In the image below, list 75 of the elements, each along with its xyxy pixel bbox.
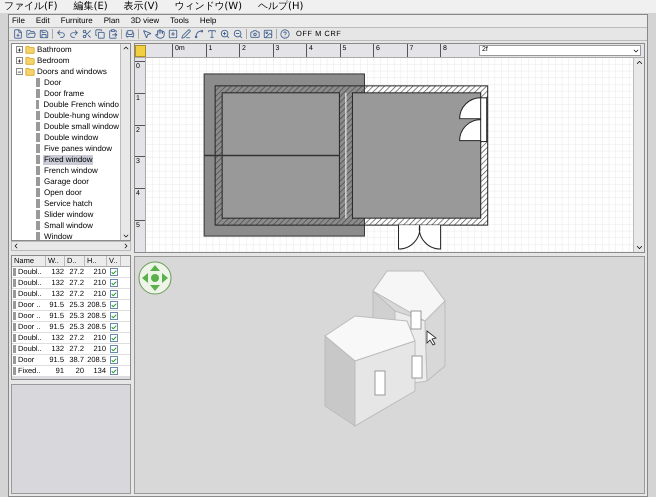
navigation-arrows-icon[interactable] xyxy=(138,261,172,295)
new-file-icon[interactable] xyxy=(13,29,23,39)
menu-item[interactable]: ウィンドウ(W) xyxy=(174,0,242,13)
expander-icon[interactable] xyxy=(16,68,23,75)
visible-checkbox[interactable] xyxy=(110,334,118,342)
category-label[interactable]: Bathroom xyxy=(37,44,72,55)
scroll-down-icon[interactable] xyxy=(634,243,644,252)
visible-checkbox[interactable] xyxy=(110,279,118,287)
scroll-up-icon[interactable] xyxy=(122,44,130,52)
catalog-item[interactable]: Service hatch xyxy=(43,198,94,208)
visible-checkbox[interactable] xyxy=(110,345,118,353)
menu-item[interactable]: Tools xyxy=(170,15,189,27)
pointer-icon[interactable] xyxy=(142,29,152,39)
scrollbar[interactable] xyxy=(633,58,644,252)
category-label[interactable]: Bedroom xyxy=(37,55,70,66)
folder-icon xyxy=(25,56,35,66)
help-icon[interactable] xyxy=(280,29,290,39)
catalog-item[interactable]: Open door xyxy=(43,188,83,198)
zoom-in-icon[interactable] xyxy=(220,29,230,39)
catalog-item[interactable]: Garage door xyxy=(43,176,90,186)
folder-icon xyxy=(25,66,35,76)
scroll-left-icon[interactable] xyxy=(12,242,20,250)
visible-checkbox[interactable] xyxy=(110,290,118,298)
menu-item[interactable]: 編集(E) xyxy=(74,0,108,13)
polyline-icon[interactable] xyxy=(194,29,204,39)
menu-item[interactable]: ヘルプ(H) xyxy=(258,0,304,13)
picture-icon[interactable] xyxy=(263,29,273,39)
menu-item[interactable]: Edit xyxy=(36,15,50,27)
visible-checkbox[interactable] xyxy=(110,323,118,331)
menu-item[interactable]: 表示(V) xyxy=(124,0,158,13)
expander-icon[interactable] xyxy=(16,57,23,64)
scroll-up-icon[interactable] xyxy=(634,58,644,67)
catalog-item[interactable]: Window xyxy=(43,232,74,240)
catalog-item[interactable]: French window xyxy=(43,166,99,176)
menu-item[interactable]: File xyxy=(12,15,25,27)
horizontal-scrollbar[interactable] xyxy=(11,241,131,251)
paste-icon[interactable] xyxy=(108,29,118,39)
menu-item[interactable]: 3D view xyxy=(130,15,160,27)
visible-checkbox[interactable] xyxy=(110,268,118,276)
catalog-item[interactable]: Double French windo xyxy=(42,100,120,110)
catalog-item[interactable]: Small window xyxy=(43,220,94,230)
text-icon[interactable] xyxy=(207,29,217,39)
floor-plan-drawing[interactable] xyxy=(146,58,633,252)
open-folder-icon[interactable] xyxy=(26,29,36,39)
visible-checkbox[interactable] xyxy=(110,356,118,364)
catalog-item[interactable]: Slider window xyxy=(43,210,94,220)
catalog-item[interactable]: Door frame xyxy=(43,88,86,98)
catalog-item[interactable]: Double-hung window xyxy=(43,110,120,120)
catalog-item[interactable]: Door xyxy=(43,78,62,88)
redo-icon[interactable] xyxy=(69,29,79,39)
zoom-out-icon[interactable] xyxy=(233,29,243,39)
visible-checkbox[interactable] xyxy=(110,367,118,375)
copy-icon[interactable] xyxy=(95,29,105,39)
pen-icon[interactable] xyxy=(181,29,191,39)
visible-checkbox[interactable] xyxy=(110,312,118,320)
category-label[interactable]: Doors and windows xyxy=(37,66,107,77)
catalog-item[interactable]: Double window xyxy=(43,132,100,142)
scrollbar[interactable] xyxy=(120,44,130,240)
cut-icon[interactable] xyxy=(82,29,92,39)
catalog-item[interactable]: Fixed window xyxy=(43,154,94,164)
expander-icon[interactable] xyxy=(16,46,23,53)
menu-item[interactable]: Plan xyxy=(104,15,120,27)
catalog-item[interactable]: Five panes window xyxy=(43,144,114,154)
undo-icon[interactable] xyxy=(56,29,66,39)
scroll-right-icon[interactable] xyxy=(122,242,130,250)
save-icon[interactable] xyxy=(39,29,49,39)
hand-icon[interactable] xyxy=(155,29,165,39)
visible-checkbox[interactable] xyxy=(110,301,118,309)
catalog-item[interactable]: Double small window xyxy=(42,122,120,132)
menu-item[interactable]: Furniture xyxy=(60,15,93,27)
folder-icon xyxy=(25,44,35,54)
menu-item[interactable]: ファイル(F) xyxy=(4,0,58,13)
scroll-down-icon[interactable] xyxy=(122,232,130,240)
camera-icon[interactable] xyxy=(250,29,260,39)
menu-item[interactable]: Help xyxy=(200,15,216,27)
